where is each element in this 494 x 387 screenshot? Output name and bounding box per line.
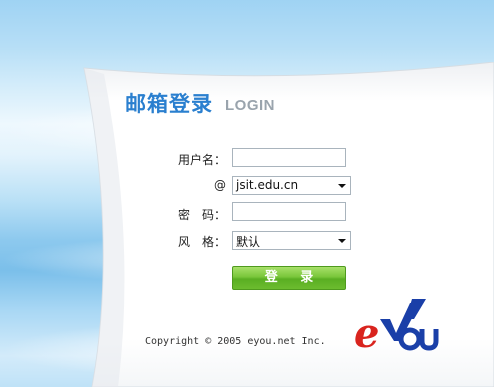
- dropdown-arrow-icon: [338, 239, 346, 243]
- style-label: 风 格：: [177, 235, 226, 249]
- domain-select-value: jsit.edu.cn: [236, 178, 299, 192]
- password-label: 密 码：: [177, 208, 226, 222]
- svg-text:e: e: [354, 310, 379, 355]
- dropdown-arrow-icon: [338, 184, 346, 188]
- page-subtitle: LOGIN: [225, 97, 275, 114]
- page-title: 邮箱登录: [125, 92, 213, 116]
- username-input[interactable]: [232, 148, 346, 167]
- login-button[interactable]: 登 录: [232, 266, 346, 290]
- login-page: 邮箱登录 LOGIN 用户名： @ jsit.edu.cn 密 码： 风 格： …: [0, 0, 494, 387]
- copyright-text: Copyright © 2005 eyou.net Inc.: [145, 336, 326, 347]
- domain-select[interactable]: jsit.edu.cn: [232, 176, 351, 195]
- eyou-logo: e: [354, 299, 439, 355]
- password-input[interactable]: [232, 202, 346, 221]
- style-select-value: 默认: [236, 235, 261, 249]
- username-label: 用户名：: [177, 153, 226, 167]
- domain-label: @: [214, 178, 226, 192]
- style-select[interactable]: 默认: [232, 231, 351, 250]
